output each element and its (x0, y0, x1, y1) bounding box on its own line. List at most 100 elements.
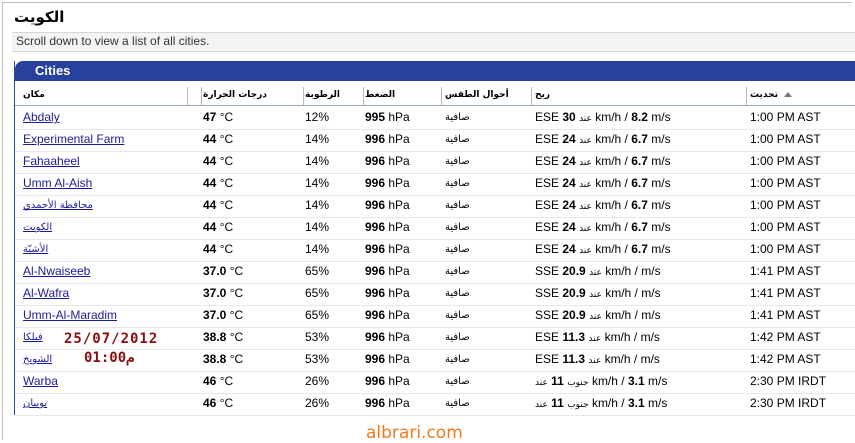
wind-kmh-unit: km/h / (595, 132, 628, 146)
pressure-unit: hPa (388, 308, 410, 322)
col-wind[interactable]: ريح (535, 90, 550, 100)
wind-ms-value: 3.1 (627, 396, 645, 410)
wind-at-label: عند (535, 400, 548, 410)
wind-ms-value: 6.7 (631, 176, 648, 190)
city-link[interactable]: Experimental Farm (23, 132, 124, 146)
wind-kmh-unit: km/h / (595, 242, 628, 256)
wind-at-label: عند (579, 136, 592, 146)
wind-speed: 24 (562, 132, 576, 146)
wind-ms-unit: m/s (651, 242, 671, 256)
temperature-value: 38.8 (203, 352, 227, 366)
wind-speed: 24 (562, 154, 576, 168)
wind-cell: SSE 20.9 عند km/h / m/s (535, 264, 661, 278)
wind-ms-unit: m/s (641, 286, 661, 300)
wind-at-label: عند (579, 224, 592, 234)
updated-time-cell: 1:00 PM AST (750, 242, 821, 256)
conditions-cell: صافية (445, 398, 470, 409)
city-link[interactable]: Al-Nwaiseeb (23, 264, 90, 278)
wind-speed: 11.3 (562, 330, 586, 344)
col-place[interactable]: مكان (23, 90, 45, 100)
temperature-unit: °C (219, 198, 234, 212)
wind-ms-value: 6.7 (631, 132, 648, 146)
updated-time-cell: 1:00 PM AST (750, 220, 821, 234)
table-row: Abdaly 47 °C 12% 995 hPa صافية ESE 30 عند km/… (15, 107, 855, 130)
wind-cell: ESE 24 عند km/h / 6.7 m/s (535, 154, 671, 168)
city-link[interactable]: Abdaly (23, 110, 60, 124)
temperature-value: 44 (203, 154, 217, 168)
temperature-value: 44 (203, 242, 217, 256)
updated-time-cell: 1:00 PM AST (750, 110, 821, 124)
temperature-value: 38.8 (203, 330, 227, 344)
wind-speed: 24 (562, 176, 576, 190)
wind-direction: ESE (535, 110, 560, 124)
col-humidity[interactable]: الرطوبة (305, 90, 340, 100)
city-link[interactable]: الأشيّة (23, 244, 48, 255)
wind-cell: ESE 24 عند km/h / 6.7 m/s (535, 176, 671, 190)
wind-ms-unit: m/s (641, 264, 661, 278)
sort-ascending-icon (783, 92, 792, 97)
wind-direction: SSE (535, 308, 560, 322)
cities-panel-header: Cities (15, 61, 855, 81)
wind-ms-unit: m/s (651, 198, 671, 212)
city-link[interactable]: بوبيان (23, 398, 47, 409)
wind-ms-unit: m/s (647, 396, 668, 410)
temperature-value: 37.0 (203, 308, 227, 322)
temperature-unit: °C (229, 308, 244, 322)
temperature-cell: 37.0 °C (203, 264, 243, 278)
pressure-value: 996 (365, 242, 386, 256)
temperature-cell: 44 °C (203, 198, 233, 212)
city-link[interactable]: Warba (23, 374, 58, 388)
city-link[interactable]: الشويخ (23, 354, 52, 365)
humidity-cell: 65% (305, 308, 330, 322)
temperature-value: 46 (203, 374, 217, 388)
pressure-value: 996 (365, 286, 386, 300)
updated-time-cell: 1:00 PM AST (750, 154, 821, 168)
wind-ms-unit: m/s (651, 220, 671, 234)
temperature-value: 37.0 (203, 264, 227, 278)
temperature-value: 44 (203, 220, 217, 234)
col-temp[interactable]: درجات الحرارة (203, 90, 267, 100)
wind-ms-unit: m/s (641, 308, 661, 322)
city-link[interactable]: الكويت (23, 222, 52, 233)
subtitle-bar: Scroll down to view a list of all cities… (12, 32, 855, 52)
temperature-cell: 38.8 °C (203, 352, 243, 366)
watermark: albrari.com (366, 423, 463, 443)
wind-cell: ESE 11.3 عند km/h / m/s (535, 330, 660, 344)
city-link[interactable]: Al-Wafra (23, 286, 69, 300)
updated-time-cell: 1:00 PM AST (750, 198, 821, 212)
wind-at-label: عند (589, 268, 602, 278)
wind-ms-unit: m/s (651, 154, 671, 168)
pressure-value: 995 (365, 110, 386, 124)
page-title: الكويت (14, 8, 65, 26)
wind-ms-value: 3.1 (627, 374, 645, 388)
city-link[interactable]: Umm-Al-Maradim (23, 308, 117, 322)
pressure-cell: 996 hPa (365, 352, 410, 366)
table-row: الشويخ 38.8 °C 53% 996 hPa صافية ESE 11.3 عند… (15, 349, 855, 372)
pressure-unit: hPa (388, 110, 410, 124)
col-pressure[interactable]: الضغط (365, 90, 395, 100)
conditions-cell: صافية (445, 310, 470, 321)
city-link[interactable]: محافظة الأحمدي (23, 200, 93, 211)
wind-cell: SSE 20.9 عند km/h / m/s (535, 286, 661, 300)
col-updated[interactable]: تحديث (750, 90, 792, 100)
table-row: Umm-Al-Maradim 37.0 °C 65% 996 hPa صافية SSE … (15, 305, 855, 328)
temperature-cell: 44 °C (203, 154, 233, 168)
table-row: Umm Al-Aish 44 °C 14% 996 hPa صافية ESE 24 عن… (15, 173, 855, 196)
temperature-unit: °C (219, 154, 234, 168)
pressure-unit: hPa (388, 198, 410, 212)
temperature-value: 46 (203, 396, 217, 410)
city-link[interactable]: Umm Al-Aish (23, 176, 92, 190)
temperature-cell: 44 °C (203, 242, 233, 256)
city-link[interactable]: فيلكا (23, 332, 43, 343)
col-separator (187, 87, 188, 105)
pressure-cell: 996 hPa (365, 264, 410, 278)
pressure-cell: 996 hPa (365, 220, 410, 234)
wind-cell: SSE 20.9 عند km/h / m/s (535, 308, 661, 322)
temperature-unit: °C (229, 286, 244, 300)
wind-direction: جنوب (567, 400, 589, 410)
col-separator (303, 87, 304, 105)
city-link[interactable]: Fahaaheel (23, 154, 80, 168)
temperature-cell: 38.8 °C (203, 330, 243, 344)
col-conditions[interactable]: أحوال الطقس (445, 90, 509, 100)
humidity-cell: 14% (305, 198, 330, 212)
